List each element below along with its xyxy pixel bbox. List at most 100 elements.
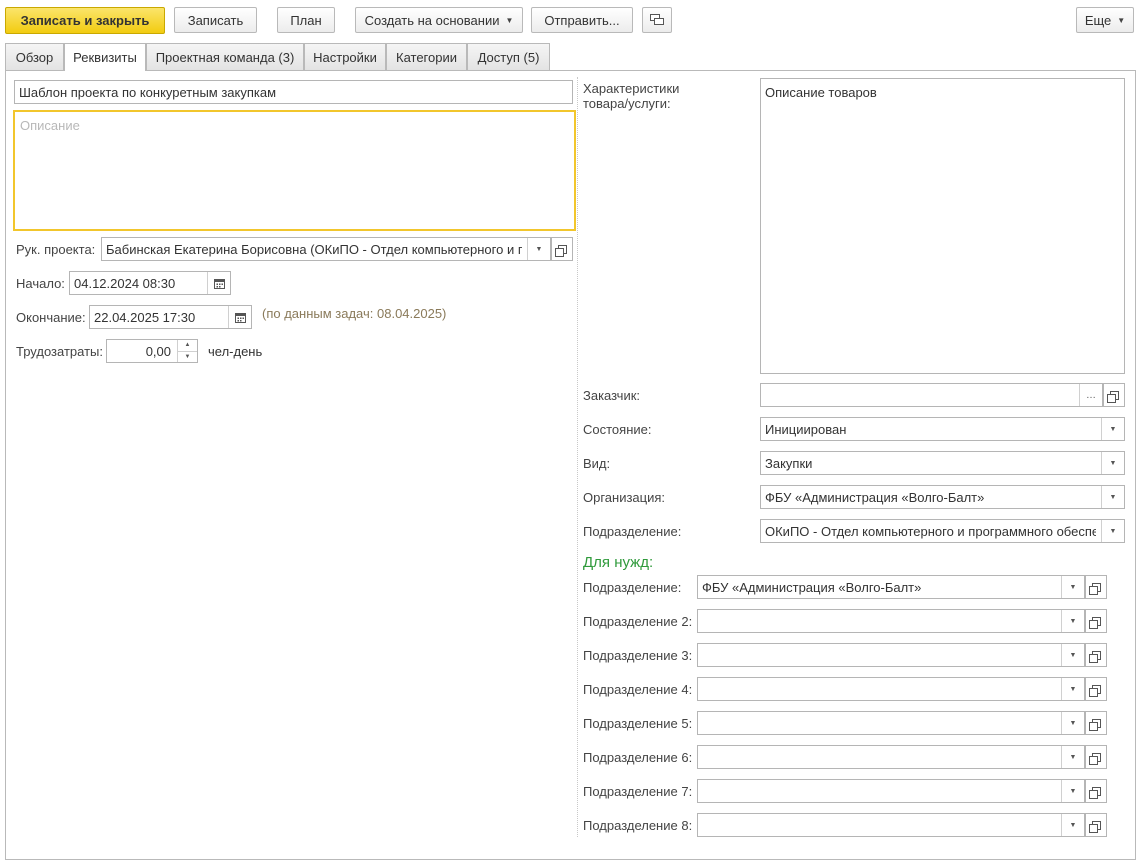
kind-label: Вид: [583,456,611,471]
plan-button[interactable]: План [277,7,335,33]
chevron-down-icon[interactable]: ▼ [1061,610,1084,632]
more-button[interactable]: Еще ▼ [1076,7,1134,33]
tab-project-team-label: Проектная команда (3) [155,49,295,65]
organization-value: ФБУ «Администрация «Волго-Балт» [765,489,985,505]
end-date-hint: (по данным задач: 08.04.2025) [262,306,447,321]
more-label: Еще [1084,12,1112,28]
characteristics-label: Характеристики товара/услуги: [583,81,680,111]
save-label: Записать [187,12,244,28]
needs-label: Подразделение 5: [583,716,693,731]
needs-field[interactable]: ▼ [697,609,1085,633]
needs-field[interactable]: ▼ [697,711,1085,735]
needs-open-button[interactable] [1085,609,1107,633]
state-label: Состояние: [583,422,652,437]
discussion-button[interactable] [642,7,672,33]
manager-open-button[interactable] [551,237,573,261]
state-select[interactable]: Инициирован ▼ [760,417,1125,441]
calendar-button[interactable] [207,272,230,294]
tab-project-team[interactable]: Проектная команда (3) [146,43,304,70]
needs-open-button[interactable] [1085,643,1107,667]
needs-field[interactable]: ▼ [697,813,1085,837]
chevron-down-icon[interactable]: ▼ [527,238,550,260]
save-button[interactable]: Записать [174,7,257,33]
open-icon [1088,616,1101,629]
open-icon [1106,390,1119,403]
chevron-down-icon[interactable]: ▼ [1101,486,1124,508]
needs-field[interactable]: ▼ [697,643,1085,667]
needs-field[interactable]: ▼ [697,677,1085,701]
needs-value: ФБУ «Администрация «Волго-Балт» [702,579,922,595]
stepper-down-icon[interactable]: ▼ [178,352,197,363]
open-icon [1088,786,1101,799]
labor-stepper[interactable]: ▲ ▼ [177,340,197,362]
needs-open-button[interactable] [1085,677,1107,701]
chevron-down-icon[interactable]: ▼ [1061,780,1084,802]
labor-label: Трудозатраты: [16,344,103,359]
tab-access[interactable]: Доступ (5) [467,43,550,70]
needs-open-button[interactable] [1085,575,1107,599]
chevron-down-icon[interactable]: ▼ [1061,644,1084,666]
kind-value: Закупки [765,455,813,471]
calendar-icon [213,278,225,289]
project-name-input[interactable]: Шаблон проекта по конкуретным закупкам [14,80,573,104]
open-icon [1088,650,1101,663]
tab-overview-label: Обзор [15,49,54,65]
tab-categories[interactable]: Категории [386,43,467,70]
tab-settings[interactable]: Настройки [304,43,386,70]
end-date-input[interactable]: 22.04.2025 17:30 [89,305,252,329]
chevron-down-icon: ▼ [1117,15,1126,25]
chevron-down-icon[interactable]: ▼ [1101,520,1124,542]
needs-label: Подразделение 4: [583,682,693,697]
characteristics-value: Описание товаров [765,85,877,100]
customer-open-button[interactable] [1103,383,1125,407]
chevron-down-icon[interactable]: ▼ [1101,418,1124,440]
needs-open-button[interactable] [1085,711,1107,735]
organization-select[interactable]: ФБУ «Администрация «Волго-Балт» ▼ [760,485,1125,509]
open-icon [1088,820,1101,833]
select-button[interactable]: … [1079,384,1102,406]
chevron-down-icon[interactable]: ▼ [1061,814,1084,836]
needs-field[interactable]: ФБУ «Администрация «Волго-Балт» ▼ [697,575,1085,599]
chat-icon [650,14,664,25]
labor-value: 0,00 [145,343,171,359]
start-date-input[interactable]: 04.12.2024 08:30 [69,271,231,295]
send-button[interactable]: Отправить... [531,7,633,33]
chevron-down-icon[interactable]: ▼ [1061,746,1084,768]
tab-overview[interactable]: Обзор [5,43,64,70]
calendar-button[interactable] [228,306,251,328]
project-name-value: Шаблон проекта по конкуретным закупкам [19,84,277,100]
manager-label: Рук. проекта: [16,242,96,257]
create-based-on-label: Создать на основании [364,12,500,28]
description-textarea[interactable]: Описание [13,110,576,231]
create-based-on-button[interactable]: Создать на основании ▼ [355,7,523,33]
needs-field[interactable]: ▼ [697,779,1085,803]
needs-open-button[interactable] [1085,745,1107,769]
needs-field[interactable]: ▼ [697,745,1085,769]
labor-input[interactable]: 0,00 ▲ ▼ [106,339,198,363]
needs-open-button[interactable] [1085,813,1107,837]
manager-value: Бабинская Екатерина Борисовна (ОКиПО - О… [106,241,522,257]
chevron-down-icon[interactable]: ▼ [1061,576,1084,598]
manager-field[interactable]: Бабинская Екатерина Борисовна (ОКиПО - О… [101,237,551,261]
chevron-down-icon[interactable]: ▼ [1101,452,1124,474]
open-icon [1088,718,1101,731]
needs-label: Подразделение 3: [583,648,693,663]
tab-requisites[interactable]: Реквизиты [64,43,146,71]
kind-select[interactable]: Закупки ▼ [760,451,1125,475]
column-divider [577,77,578,837]
needs-label: Подразделение: [583,580,682,595]
tab-access-label: Доступ (5) [477,49,540,65]
needs-open-button[interactable] [1085,779,1107,803]
department-select[interactable]: ОКиПО - Отдел компьютерного и программно… [760,519,1125,543]
organization-label: Организация: [583,490,666,505]
description-placeholder: Описание [20,118,80,133]
open-icon [1088,752,1101,765]
customer-field[interactable]: … [760,383,1103,407]
needs-label: Подразделение 6: [583,750,693,765]
stepper-up-icon[interactable]: ▲ [178,340,197,352]
characteristics-textarea[interactable]: Описание товаров [760,78,1125,374]
save-and-close-button[interactable]: Записать и закрыть [5,7,165,34]
needs-label: Подразделение 2: [583,614,693,629]
chevron-down-icon[interactable]: ▼ [1061,678,1084,700]
chevron-down-icon[interactable]: ▼ [1061,712,1084,734]
